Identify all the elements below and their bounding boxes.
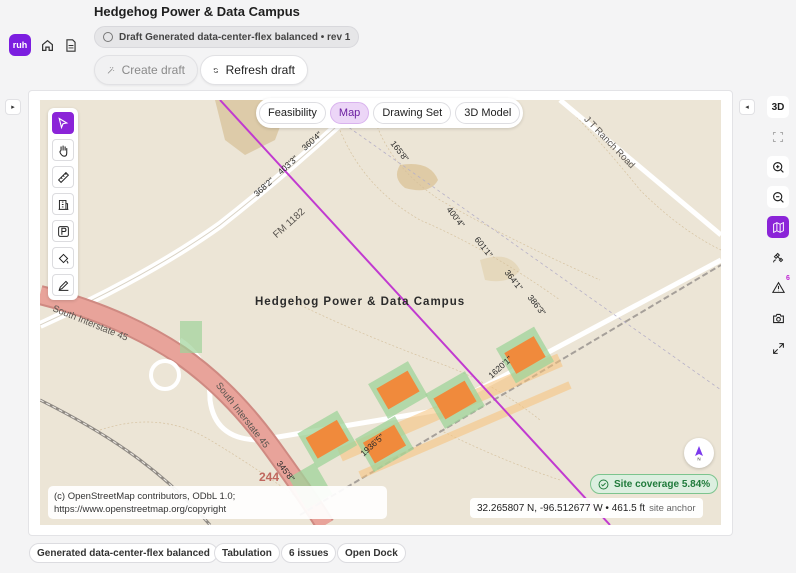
- open-dock-button[interactable]: Open Dock: [337, 543, 406, 563]
- tab-drawing-set[interactable]: Drawing Set: [373, 102, 452, 124]
- measure-tool-button[interactable]: [52, 166, 74, 188]
- fit-view-icon: [772, 131, 784, 143]
- coordinates-readout: 32.265807 N, -96.512677 W • 461.5 ft sit…: [470, 498, 703, 518]
- refresh-draft-label: Refresh draft: [225, 63, 295, 77]
- map-canvas[interactable]: Hedgehog Power & Data Campus FM 1182 J T…: [40, 100, 721, 525]
- draw-tool-button[interactable]: [52, 274, 74, 296]
- issues-button[interactable]: 6 issues: [281, 543, 337, 563]
- map-icon: [772, 221, 784, 233]
- pencil-icon: [58, 280, 68, 291]
- zoom-in-icon: [772, 161, 784, 173]
- expand-icon: [772, 342, 784, 354]
- satellite-button[interactable]: [767, 246, 789, 268]
- document-icon[interactable]: [63, 37, 79, 53]
- attribution-link[interactable]: https://www.openstreetmap.org/copyright: [54, 503, 381, 516]
- screenshot-button[interactable]: [767, 307, 789, 329]
- satellite-icon: [772, 252, 783, 262]
- toggle-3d-button[interactable]: 3D: [767, 96, 789, 118]
- parking-icon: [57, 225, 69, 237]
- ruler-icon: [57, 171, 69, 183]
- hand-icon: [58, 145, 67, 157]
- map-layers-button[interactable]: [767, 216, 789, 238]
- check-circle-icon: [598, 479, 609, 489]
- tab-3d-model[interactable]: 3D Model: [455, 102, 521, 124]
- scenario-pill[interactable]: Generated data-center-flex balanced: [29, 543, 218, 563]
- zoom-out-icon: [772, 191, 784, 203]
- camera-icon: [772, 313, 784, 323]
- zoom-in-button[interactable]: [767, 156, 789, 178]
- magic-wand-icon: [107, 66, 115, 74]
- map-svg: [40, 100, 721, 525]
- tab-feasibility[interactable]: Feasibility: [259, 102, 326, 124]
- refresh-icon: [213, 67, 218, 73]
- site-coverage-badge: Site coverage 5.84%: [590, 474, 719, 494]
- coordinates-text: 32.265807 N, -96.512677 W • 461.5 ft: [477, 502, 646, 514]
- zoom-out-button[interactable]: [767, 186, 789, 208]
- expand-button[interactable]: [767, 337, 789, 359]
- create-draft-label: Create draft: [121, 63, 185, 77]
- fill-tool-button[interactable]: [52, 247, 74, 269]
- warning-icon: [771, 281, 785, 293]
- compass-label: N: [697, 457, 700, 462]
- home-icon[interactable]: [39, 37, 55, 53]
- draft-status-pill[interactable]: Draft Generated data-center-flex balance…: [94, 26, 360, 48]
- building-icon: [58, 199, 68, 210]
- tabulation-button[interactable]: Tabulation: [214, 543, 280, 563]
- paint-bucket-icon: [58, 253, 68, 264]
- pan-tool-button[interactable]: [52, 139, 74, 161]
- right-panel-toggle[interactable]: ◂: [739, 99, 755, 115]
- view-tabs: Feasibility Map Drawing Set 3D Model: [256, 98, 524, 128]
- tab-map[interactable]: Map: [329, 102, 370, 124]
- refresh-draft-button[interactable]: Refresh draft: [200, 55, 308, 85]
- building-tool-button[interactable]: [52, 193, 74, 215]
- select-tool-button[interactable]: [52, 112, 74, 134]
- site-coverage-text: Site coverage 5.84%: [614, 478, 711, 490]
- parking-tool-button[interactable]: [52, 220, 74, 242]
- north-arrow-icon: N: [695, 446, 703, 462]
- compass-button[interactable]: N: [684, 438, 714, 468]
- map-toolbar: [48, 108, 78, 300]
- site-name-label: Hedgehog Power & Data Campus: [255, 296, 466, 308]
- alerts-count-badge: 6: [786, 275, 790, 282]
- cursor-icon: [58, 117, 69, 129]
- coordinates-suffix: site anchor: [649, 502, 696, 514]
- create-draft-button[interactable]: Create draft: [94, 55, 198, 85]
- map-attribution: (c) OpenStreetMap contributors, ODbL 1.0…: [48, 486, 387, 519]
- app-logo[interactable]: ruh: [9, 34, 31, 56]
- project-title: Hedgehog Power & Data Campus: [94, 4, 300, 19]
- status-circle-icon: [103, 32, 113, 42]
- attribution-line-1: (c) OpenStreetMap contributors, ODbL 1.0…: [54, 491, 236, 502]
- fit-view-button[interactable]: [767, 126, 789, 148]
- left-panel-toggle[interactable]: ▸: [5, 99, 21, 115]
- draft-status-text: Draft Generated data-center-flex balance…: [119, 31, 351, 43]
- interstate-shield-label: 244: [259, 470, 280, 484]
